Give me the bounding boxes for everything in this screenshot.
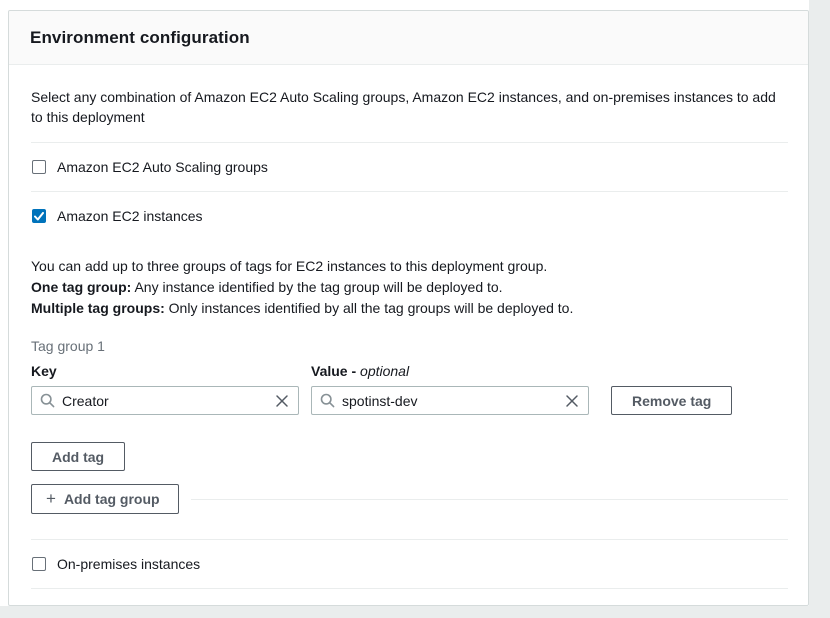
asg-checkbox-label[interactable]: Amazon EC2 Auto Scaling groups xyxy=(57,159,268,175)
add-tag-group-row: + Add tag group xyxy=(31,484,788,514)
tag-help-intro: You can add up to three groups of tags f… xyxy=(31,256,788,277)
clear-value-icon[interactable] xyxy=(565,394,579,408)
tag-row: Key Value - optional xyxy=(31,363,788,415)
value-input[interactable] xyxy=(342,393,558,409)
option-row-onprem: On-premises instances xyxy=(31,540,788,588)
add-tag-button[interactable]: Add tag xyxy=(31,442,125,471)
option-row-asg: Amazon EC2 Auto Scaling groups xyxy=(31,143,788,191)
clear-key-icon[interactable] xyxy=(275,394,289,408)
tag-help-one: One tag group: Any instance identified b… xyxy=(31,277,788,298)
page-background-bottom xyxy=(0,606,830,618)
environment-configuration-card: Environment configuration Select any com… xyxy=(8,10,809,606)
value-label: Value - optional xyxy=(311,363,589,379)
value-field: Value - optional xyxy=(311,363,589,415)
key-label: Key xyxy=(31,363,299,379)
key-field: Key xyxy=(31,363,299,415)
add-tag-group-label: Add tag group xyxy=(64,491,160,507)
card-title: Environment configuration xyxy=(30,28,788,48)
asg-checkbox[interactable] xyxy=(32,160,46,174)
ec2-checkbox-label[interactable]: Amazon EC2 instances xyxy=(57,208,203,224)
tag-help-text: You can add up to three groups of tags f… xyxy=(31,256,788,319)
search-icon xyxy=(40,393,55,408)
divider xyxy=(191,499,788,500)
key-input[interactable] xyxy=(62,393,268,409)
ec2-checkbox[interactable] xyxy=(32,209,46,223)
plus-icon: + xyxy=(46,490,56,507)
card-header: Environment configuration xyxy=(9,11,808,65)
add-tag-group-button[interactable]: + Add tag group xyxy=(31,484,179,514)
page-background-right xyxy=(809,0,830,618)
divider xyxy=(31,588,788,589)
card-body: Select any combination of Amazon EC2 Aut… xyxy=(9,65,808,589)
value-optional-label: optional xyxy=(360,363,409,379)
tag-group-title: Tag group 1 xyxy=(31,338,788,354)
tag-help-multiple: Multiple tag groups: Only instances iden… xyxy=(31,298,788,319)
key-input-wrap xyxy=(31,386,299,415)
checkmark-icon xyxy=(34,212,44,221)
option-row-ec2: Amazon EC2 instances xyxy=(31,192,788,240)
remove-tag-button[interactable]: Remove tag xyxy=(611,386,732,415)
onprem-checkbox-label[interactable]: On-premises instances xyxy=(57,556,200,572)
search-icon xyxy=(320,393,335,408)
value-input-wrap xyxy=(311,386,589,415)
card-description: Select any combination of Amazon EC2 Aut… xyxy=(31,87,781,127)
onprem-checkbox[interactable] xyxy=(32,557,46,571)
